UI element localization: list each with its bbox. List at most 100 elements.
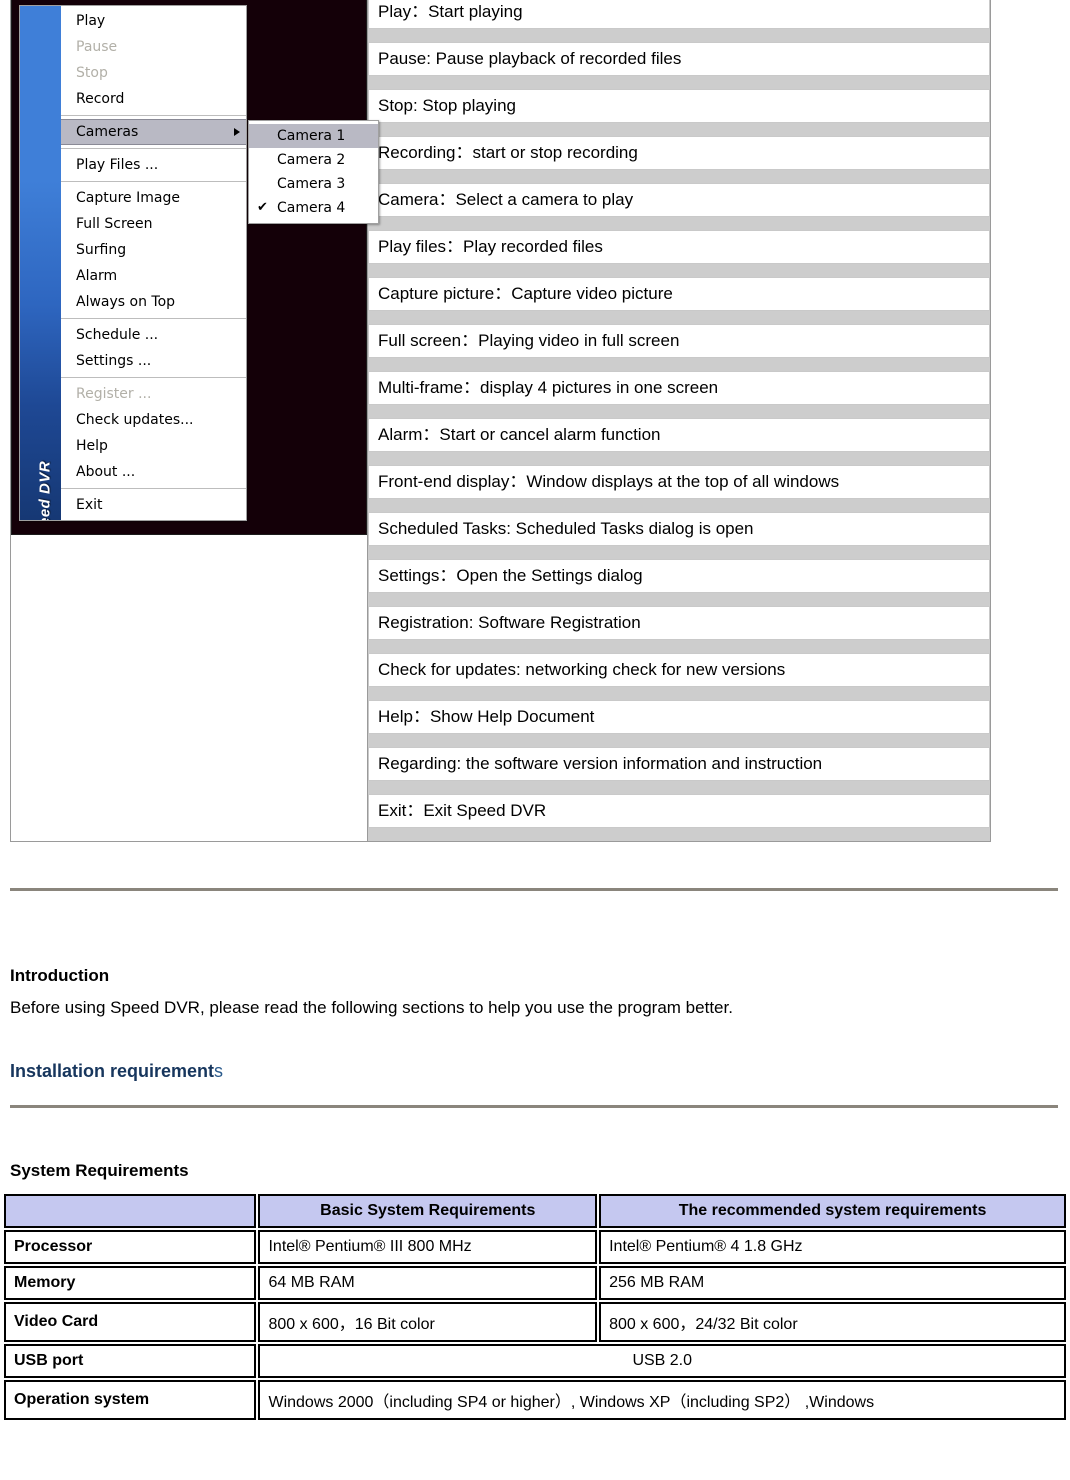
description-row: Front-end display：Window displays at the… — [368, 465, 990, 499]
row-separator — [368, 640, 990, 653]
menu-brand-gutter: Speed DVR — [20, 6, 61, 520]
row-separator — [368, 687, 990, 700]
section-divider — [10, 1105, 1058, 1108]
submenu-item-camera-3[interactable]: Camera 3 — [249, 172, 378, 196]
submenu-arrow-icon — [234, 128, 240, 136]
description-row: Pause: Pause playback of recorded files — [368, 42, 990, 76]
menu-separator — [61, 181, 246, 182]
cell-processor-basic: Intel® Pentium® III 800 MHz — [258, 1230, 598, 1264]
submenu-item-camera-2-label: Camera 2 — [277, 152, 346, 168]
table-header-blank — [4, 1194, 257, 1228]
submenu-item-camera-3-label: Camera 3 — [277, 176, 346, 192]
menu-item-register: Register ... — [76, 386, 152, 402]
submenu-item-camera-4-label: Camera 4 — [277, 200, 346, 216]
section-divider — [10, 888, 1058, 891]
description-row: Help：Show Help Document — [368, 700, 990, 734]
table-row: Processor Intel® Pentium® III 800 MHz In… — [4, 1230, 1066, 1264]
cell-operation-system-value: Windows 2000（including SP4 or higher）, W… — [258, 1380, 1066, 1420]
cell-memory-recommended: 256 MB RAM — [599, 1266, 1066, 1300]
cell-usb-port-value: USB 2.0 — [258, 1344, 1066, 1378]
submenu-item-camera-1[interactable]: Camera 1 — [249, 124, 378, 148]
row-separator — [368, 311, 990, 324]
description-row: Camera：Select a camera to play — [368, 183, 990, 217]
row-separator — [368, 546, 990, 559]
menu-item-surfing[interactable]: Surfing — [61, 237, 246, 263]
description-row: Play files：Play recorded files — [368, 230, 990, 264]
description-row: Settings：Open the Settings dialog — [368, 559, 990, 593]
description-row: Multi-frame：display 4 pictures in one sc… — [368, 371, 990, 405]
menu-item-settings[interactable]: Settings ... — [61, 348, 246, 374]
installation-heading-tail: s — [214, 1061, 224, 1081]
submenu-item-camera-4[interactable]: ✔ Camera 4 — [249, 196, 378, 220]
table-row: Video Card 800 x 600，16 Bit color 800 x … — [4, 1302, 1066, 1342]
menu-separator — [61, 318, 246, 319]
row-separator — [368, 217, 990, 230]
menu-item-help[interactable]: Help — [61, 433, 246, 459]
description-row: Full screen：Playing video in full screen — [368, 324, 990, 358]
description-row: Recording：start or stop recording — [368, 136, 990, 170]
menu-description-table: Speed DVR Play Pause Stop Record Cameras — [10, 0, 991, 842]
system-requirements-table: Basic System Requirements The recommende… — [2, 1192, 1068, 1422]
description-row: Capture picture：Capture video picture — [368, 277, 990, 311]
row-separator — [368, 452, 990, 465]
row-label-usb-port: USB port — [4, 1344, 257, 1378]
context-menu[interactable]: Speed DVR Play Pause Stop Record Cameras — [19, 5, 247, 521]
submenu-item-camera-2[interactable]: Camera 2 — [249, 148, 378, 172]
row-separator — [368, 170, 990, 183]
description-row: Exit：Exit Speed DVR — [368, 794, 990, 828]
menu-item-record[interactable]: Record — [61, 86, 246, 112]
table-header-row: Basic System Requirements The recommende… — [4, 1194, 1066, 1228]
row-separator — [368, 29, 990, 42]
menu-item-capture-image[interactable]: Capture Image — [61, 185, 246, 211]
table-row: Operation system Windows 2000（including … — [4, 1380, 1066, 1420]
cell-processor-recommended: Intel® Pentium® 4 1.8 GHz — [599, 1230, 1066, 1264]
description-row: Regarding: the software version informat… — [368, 747, 990, 781]
screenshot-cell: Speed DVR Play Pause Stop Record Cameras — [10, 0, 379, 842]
description-list: Play：Start playing Pause: Pause playback… — [368, 0, 990, 841]
row-label-processor: Processor — [4, 1230, 257, 1264]
installation-heading-main: Installation requirement — [10, 1061, 215, 1081]
menu-item-pause: Pause — [76, 39, 118, 55]
description-row: Play：Start playing — [368, 0, 990, 29]
checkmark-icon: ✔ — [257, 200, 268, 215]
cell-video-card-basic: 800 x 600，16 Bit color — [258, 1302, 598, 1342]
menu-item-cameras[interactable]: Cameras — [61, 119, 246, 145]
cell-memory-basic: 64 MB RAM — [258, 1266, 598, 1300]
description-row: Registration: Software Registration — [368, 606, 990, 640]
row-label-memory: Memory — [4, 1266, 257, 1300]
row-separator — [368, 123, 990, 136]
menu-item-play[interactable]: Play — [61, 8, 246, 34]
row-separator — [368, 264, 990, 277]
menu-item-stop: Stop — [76, 65, 108, 81]
menu-item-exit[interactable]: Exit — [61, 492, 246, 518]
cell-video-card-recommended: 800 x 600，24/32 Bit color — [599, 1302, 1066, 1342]
table-row: Memory 64 MB RAM 256 MB RAM — [4, 1266, 1066, 1300]
row-separator — [368, 828, 990, 841]
row-separator — [368, 405, 990, 418]
row-label-video-card: Video Card — [4, 1302, 257, 1342]
menu-item-play-files[interactable]: Play Files ... — [61, 152, 246, 178]
description-row: Check for updates: networking check for … — [368, 653, 990, 687]
table-header-recommended: The recommended system requirements — [599, 1194, 1066, 1228]
menu-item-schedule[interactable]: Schedule ... — [61, 322, 246, 348]
introduction-heading: Introduction — [10, 966, 110, 985]
system-requirements-heading: System Requirements — [10, 1161, 189, 1180]
introduction-body: Before using Speed DVR, please read the … — [10, 998, 733, 1017]
submenu-item-camera-1-label: Camera 1 — [277, 128, 346, 144]
description-row: Stop: Stop playing — [368, 89, 990, 123]
menu-item-alarm[interactable]: Alarm — [61, 263, 246, 289]
menu-item-always-on-top[interactable]: Always on Top — [61, 289, 246, 315]
menu-item-full-screen[interactable]: Full Screen — [61, 211, 246, 237]
menu-brand-label: Speed DVR — [36, 460, 54, 520]
cameras-submenu[interactable]: Camera 1 Camera 2 Camera 3 ✔ Camera 4 — [248, 120, 379, 224]
menu-separator — [61, 115, 246, 116]
menu-item-about[interactable]: About ... — [61, 459, 246, 485]
menu-item-cameras-label: Cameras — [76, 124, 139, 140]
menu-separator — [61, 377, 246, 378]
menu-separator — [61, 148, 246, 149]
menu-item-check-updates[interactable]: Check updates... — [61, 407, 246, 433]
row-separator — [368, 76, 990, 89]
installation-requirements-heading: Installation requirements — [10, 1061, 223, 1082]
table-row: USB port USB 2.0 — [4, 1344, 1066, 1378]
table-header-basic: Basic System Requirements — [258, 1194, 598, 1228]
